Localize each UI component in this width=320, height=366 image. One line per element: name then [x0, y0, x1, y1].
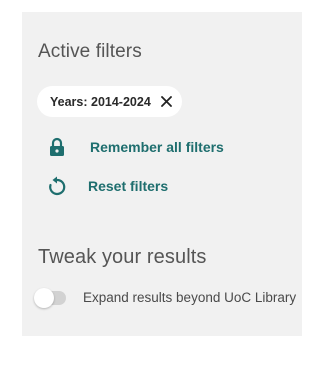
active-filters-heading: Active filters: [38, 41, 142, 62]
close-icon[interactable]: [160, 95, 174, 109]
reset-filters-button[interactable]: Reset filters: [48, 175, 168, 197]
expand-results-toggle[interactable]: [34, 288, 66, 308]
remember-filters-button[interactable]: Remember all filters: [48, 136, 224, 158]
filter-chip-label: Years: 2014-2024: [50, 94, 151, 109]
filter-chip-years[interactable]: Years: 2014-2024: [37, 86, 182, 117]
tweak-results-heading: Tweak your results: [38, 246, 207, 268]
filters-panel: Active filters Years: 2014-2024 Remember…: [22, 12, 302, 336]
reset-filters-label: Reset filters: [88, 178, 169, 194]
expand-results-label[interactable]: Expand results beyond UoC Library: [83, 287, 303, 309]
reset-icon: [48, 175, 66, 197]
toggle-knob[interactable]: [34, 288, 54, 308]
lock-icon: [48, 136, 66, 158]
remember-filters-label: Remember all filters: [90, 139, 224, 155]
